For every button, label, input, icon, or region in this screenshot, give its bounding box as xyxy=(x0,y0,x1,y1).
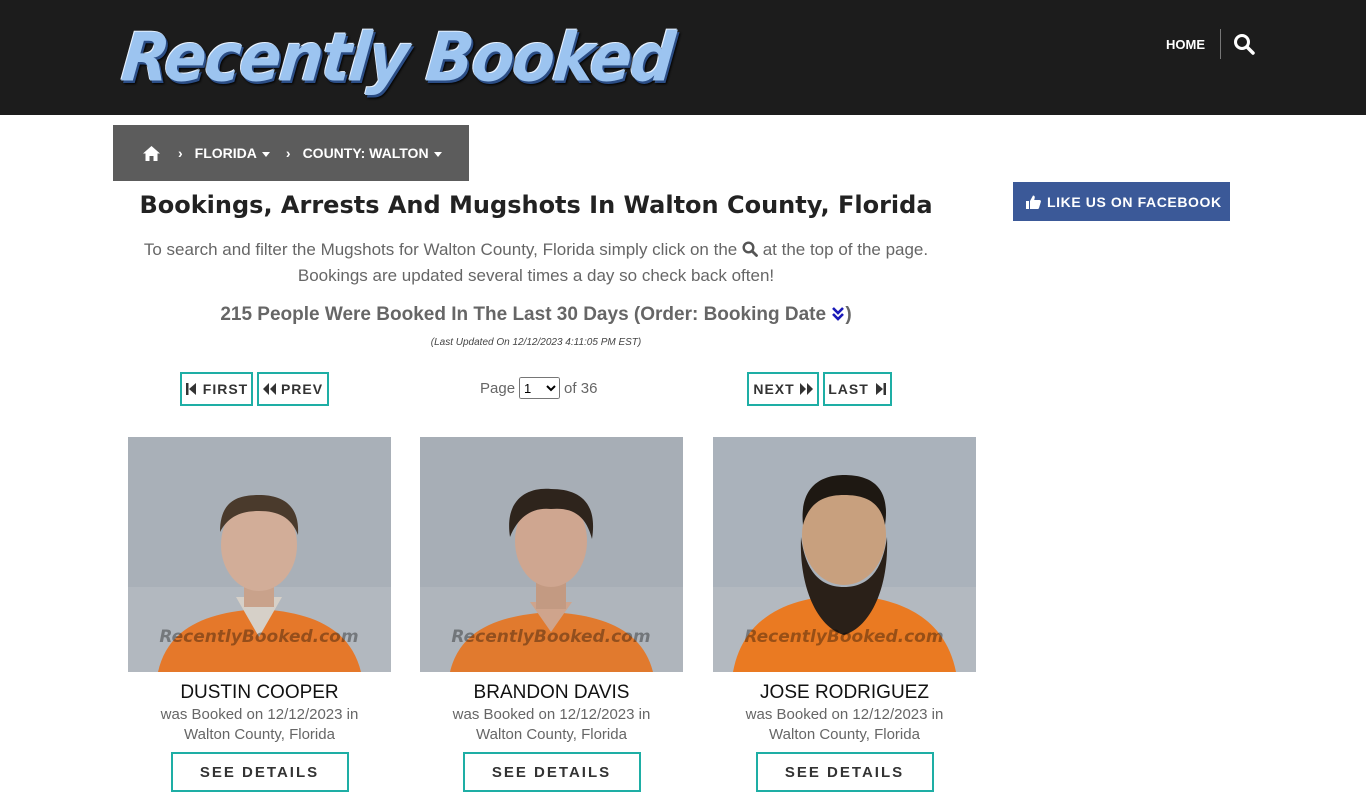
see-details-button[interactable]: SEE DETAILS xyxy=(170,752,349,792)
see-details-button[interactable]: SEE DETAILS xyxy=(462,752,641,792)
next-page-button[interactable]: NEXT xyxy=(747,372,819,406)
first-page-button[interactable]: FIRST xyxy=(180,372,253,406)
watermark-text: RecentlyBooked.com xyxy=(159,627,358,647)
booking-date-text: was Booked on 12/12/2023 in xyxy=(160,706,359,723)
intro-text-end: at the top of the page. xyxy=(762,240,929,259)
mugshot-photo[interactable]: RecentlyBooked.com xyxy=(713,437,976,672)
forward-icon xyxy=(799,383,813,395)
booking-info: was Booked on 12/12/2023 in Walton Count… xyxy=(420,705,683,745)
breadcrumb-county-dropdown[interactable]: COUNTY: WALTON xyxy=(303,145,442,161)
see-details-button[interactable]: SEE DETAILS xyxy=(755,752,934,792)
booking-location-text: Walton County, Florida xyxy=(476,726,627,743)
breadcrumb-state-label: FLORIDA xyxy=(194,145,257,161)
site-logo[interactable]: Recently Booked xyxy=(118,18,676,97)
prev-page-label: PREV xyxy=(280,381,324,397)
page-select[interactable]: 1 xyxy=(519,377,561,399)
site-header: Recently Booked HOME xyxy=(0,0,1366,115)
backward-icon xyxy=(262,383,276,395)
booking-date-text: was Booked on 12/12/2023 in xyxy=(745,706,944,723)
page-selector: Page 1 of 36 xyxy=(480,377,597,399)
caret-down-icon xyxy=(433,151,442,157)
breadcrumb-state-dropdown[interactable]: FLORIDA xyxy=(195,145,270,161)
booking-card: RecentlyBooked.com BRANDON DAVIS was Boo… xyxy=(420,437,683,792)
facebook-like-button[interactable]: LIKE US ON FACEBOOK xyxy=(1013,182,1230,221)
step-forward-icon xyxy=(875,383,886,395)
intro-text: To search and filter the Mugshots for Wa… xyxy=(113,237,959,289)
person-name[interactable]: BRANDON DAVIS xyxy=(420,682,683,704)
booking-location-text: Walton County, Florida xyxy=(769,726,920,743)
next-page-label: NEXT xyxy=(753,381,795,397)
breadcrumb-county-label: COUNTY: WALTON xyxy=(302,145,429,161)
mugshot-photo[interactable]: RecentlyBooked.com xyxy=(128,437,391,672)
sort-descending-icon[interactable] xyxy=(831,306,845,322)
booking-card: RecentlyBooked.com JOSE RODRIGUEZ was Bo… xyxy=(713,437,976,792)
intro-text-start: To search and filter the Mugshots for Wa… xyxy=(143,240,738,259)
breadcrumb: › FLORIDA › COUNTY: WALTON xyxy=(113,125,469,181)
last-updated: (Last Updated On 12/12/2023 4:11:05 PM E… xyxy=(430,337,642,348)
person-name[interactable]: JOSE RODRIGUEZ xyxy=(713,682,976,704)
thumbs-up-icon xyxy=(1026,195,1041,209)
booking-card: RecentlyBooked.com DUSTIN COOPER was Boo… xyxy=(128,437,391,792)
last-page-button[interactable]: LAST xyxy=(823,372,892,406)
first-page-label: FIRST xyxy=(202,381,249,397)
search-icon[interactable] xyxy=(1233,33,1255,55)
search-icon xyxy=(742,241,758,257)
booking-count-text: 215 People Were Booked In The Last 30 Da… xyxy=(220,304,827,325)
page-label: Page xyxy=(480,379,516,397)
caret-down-icon xyxy=(261,151,270,157)
mugshot-photo[interactable]: RecentlyBooked.com xyxy=(420,437,683,672)
watermark-text: RecentlyBooked.com xyxy=(451,627,650,647)
breadcrumb-separator: › xyxy=(178,145,183,161)
booking-location-text: Walton County, Florida xyxy=(184,726,335,743)
booking-count-close: ) xyxy=(845,304,852,325)
watermark-text: RecentlyBooked.com xyxy=(744,627,943,647)
page-title: Bookings, Arrests And Mugshots In Walton… xyxy=(139,191,933,219)
booking-info: was Booked on 12/12/2023 in Walton Count… xyxy=(713,705,976,745)
booking-info: was Booked on 12/12/2023 in Walton Count… xyxy=(128,705,391,745)
nav-divider xyxy=(1220,29,1221,59)
home-icon[interactable] xyxy=(143,145,160,161)
step-backward-icon xyxy=(185,383,196,395)
booking-date-text: was Booked on 12/12/2023 in xyxy=(452,706,651,723)
booking-count: 215 People Were Booked In The Last 30 Da… xyxy=(113,304,959,326)
breadcrumb-separator: › xyxy=(285,145,291,161)
nav-home-link[interactable]: HOME xyxy=(1166,37,1205,52)
last-page-label: LAST xyxy=(828,381,869,397)
intro-text-line2: Bookings are updated several times a day… xyxy=(297,266,775,285)
page-total: of 36 xyxy=(564,379,598,397)
person-name[interactable]: DUSTIN COOPER xyxy=(128,682,391,704)
facebook-like-label: LIKE US ON FACEBOOK xyxy=(1047,193,1222,210)
prev-page-button[interactable]: PREV xyxy=(257,372,329,406)
